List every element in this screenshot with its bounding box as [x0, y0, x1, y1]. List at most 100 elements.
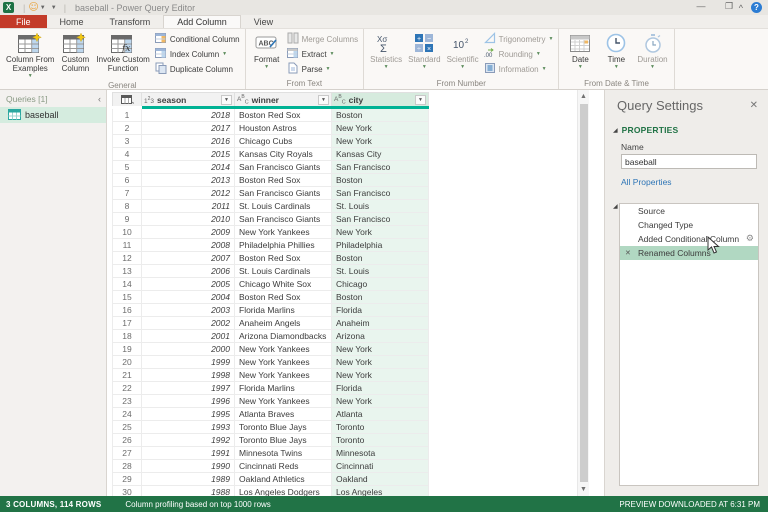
tab-add-column[interactable]: Add Column	[163, 15, 241, 28]
cell-city[interactable]: Chicago	[332, 278, 429, 291]
row-number[interactable]: 17	[112, 317, 142, 330]
cell-winner[interactable]: Chicago White Sox	[235, 278, 332, 291]
cell-winner[interactable]: Minnesota Twins	[235, 447, 332, 460]
properties-collapse-icon[interactable]: ◢	[613, 127, 618, 134]
cell-season[interactable]: 1993	[142, 421, 235, 434]
row-number[interactable]: 12	[112, 252, 142, 265]
tab-home[interactable]: Home	[47, 15, 97, 28]
cell-season[interactable]: 2014	[142, 161, 235, 174]
cell-winner[interactable]: Arizona Diamondbacks	[235, 330, 332, 343]
cell-city[interactable]: New York	[332, 343, 429, 356]
tab-file[interactable]: File	[0, 15, 47, 28]
cell-city[interactable]: San Francisco	[332, 161, 429, 174]
cell-winner[interactable]: Toronto Blue Jays	[235, 434, 332, 447]
row-number[interactable]: 11	[112, 239, 142, 252]
cell-winner[interactable]: Philadelphia Phillies	[235, 239, 332, 252]
applied-step-renamed-columns[interactable]: ✕ Renamed Columns	[620, 246, 758, 260]
cell-winner[interactable]: Boston Red Sox	[235, 109, 332, 122]
cell-season[interactable]: 1995	[142, 408, 235, 421]
cell-city[interactable]: Minnesota	[332, 447, 429, 460]
cell-city[interactable]: Anaheim	[332, 317, 429, 330]
row-number[interactable]: 30	[112, 486, 142, 496]
cell-season[interactable]: 2013	[142, 174, 235, 187]
cell-city[interactable]: St. Louis	[332, 200, 429, 213]
cell-season[interactable]: 2010	[142, 213, 235, 226]
row-number[interactable]: 19	[112, 343, 142, 356]
cell-city[interactable]: New York	[332, 395, 429, 408]
scroll-up-icon[interactable]: ▲	[578, 90, 589, 103]
extract-button[interactable]: Extract▼	[287, 47, 358, 61]
row-number[interactable]: 14	[112, 278, 142, 291]
cell-winner[interactable]: New York Yankees	[235, 369, 332, 382]
cell-city[interactable]: St. Louis	[332, 265, 429, 278]
cell-city[interactable]: Boston	[332, 291, 429, 304]
tab-view[interactable]: View	[241, 15, 286, 28]
column-header-winner[interactable]: ABC winner ▼	[235, 92, 332, 106]
cell-winner[interactable]: Florida Marlins	[235, 304, 332, 317]
cell-winner[interactable]: Los Angeles Dodgers	[235, 486, 332, 496]
cell-city[interactable]: Philadelphia	[332, 239, 429, 252]
cell-winner[interactable]: St. Louis Cardinals	[235, 265, 332, 278]
feedback-smiley-icon[interactable]: ☺	[28, 3, 38, 13]
row-number[interactable]: 24	[112, 408, 142, 421]
close-settings-icon[interactable]: ✕	[750, 100, 758, 111]
row-number[interactable]: 4	[112, 148, 142, 161]
cell-city[interactable]: Kansas City	[332, 148, 429, 161]
information-button[interactable]: Information▼	[484, 62, 554, 76]
vertical-scrollbar[interactable]: ▲ ▼	[577, 90, 589, 496]
cell-season[interactable]: 2008	[142, 239, 235, 252]
trigonometry-button[interactable]: Trigonometry▼	[484, 32, 554, 46]
column-header-season[interactable]: 123 season ▼	[142, 92, 235, 106]
cell-city[interactable]: New York	[332, 135, 429, 148]
date-button[interactable]: Date ▼	[562, 30, 598, 71]
applied-step-added-conditional-column[interactable]: Added Conditional Column ⚙	[620, 232, 758, 246]
custom-button[interactable]: CustomColumn	[57, 30, 93, 74]
cell-season[interactable]: 2009	[142, 226, 235, 239]
column-from-button[interactable]: Column FromExamples ▼	[3, 30, 57, 80]
text-type-icon[interactable]: ABC	[237, 93, 249, 105]
cell-city[interactable]: Boston	[332, 252, 429, 265]
conditional-column-button[interactable]: Conditional Column	[155, 32, 240, 46]
parse-button[interactable]: Parse▼	[287, 62, 358, 76]
cell-season[interactable]: 1997	[142, 382, 235, 395]
cell-season[interactable]: 2016	[142, 135, 235, 148]
scientific-button[interactable]: 102 Scientific ▼	[444, 30, 482, 71]
cell-city[interactable]: New York	[332, 369, 429, 382]
cell-season[interactable]: 2002	[142, 317, 235, 330]
row-number[interactable]: 25	[112, 421, 142, 434]
cell-season[interactable]: 1996	[142, 395, 235, 408]
cell-winner[interactable]: San Francisco Giants	[235, 213, 332, 226]
row-number[interactable]: 3	[112, 135, 142, 148]
cell-winner[interactable]: New York Yankees	[235, 343, 332, 356]
cell-season[interactable]: 2004	[142, 291, 235, 304]
cell-city[interactable]: Los Angeles	[332, 486, 429, 496]
merge-columns-button[interactable]: Merge Columns	[287, 32, 358, 46]
cell-winner[interactable]: Cincinnati Reds	[235, 460, 332, 473]
row-number[interactable]: 6	[112, 174, 142, 187]
cell-season[interactable]: 2000	[142, 343, 235, 356]
cell-winner[interactable]: Anaheim Angels	[235, 317, 332, 330]
cell-city[interactable]: Florida	[332, 304, 429, 317]
tab-transform[interactable]: Transform	[97, 15, 164, 28]
cell-winner[interactable]: Atlanta Braves	[235, 408, 332, 421]
cell-city[interactable]: Atlanta	[332, 408, 429, 421]
cell-season[interactable]: 2017	[142, 122, 235, 135]
cell-city[interactable]: New York	[332, 356, 429, 369]
cell-winner[interactable]: Florida Marlins	[235, 382, 332, 395]
status-profiling-note[interactable]: Column profiling based on top 1000 rows	[125, 500, 270, 509]
row-number[interactable]: 28	[112, 460, 142, 473]
row-number[interactable]: 13	[112, 265, 142, 278]
restore-button[interactable]: ❐	[722, 1, 736, 12]
cell-city[interactable]: Toronto	[332, 421, 429, 434]
cell-city[interactable]: Boston	[332, 174, 429, 187]
cell-season[interactable]: 1991	[142, 447, 235, 460]
cell-season[interactable]: 2005	[142, 278, 235, 291]
cell-city[interactable]: Oakland	[332, 473, 429, 486]
filter-dropdown-icon[interactable]: ▼	[318, 95, 329, 105]
index-column-button[interactable]: Index Column▼	[155, 47, 240, 61]
row-number[interactable]: 21	[112, 369, 142, 382]
step-settings-gear-icon[interactable]: ⚙	[746, 235, 754, 244]
cell-winner[interactable]: New York Yankees	[235, 226, 332, 239]
cell-winner[interactable]: Boston Red Sox	[235, 291, 332, 304]
cell-winner[interactable]: Houston Astros	[235, 122, 332, 135]
